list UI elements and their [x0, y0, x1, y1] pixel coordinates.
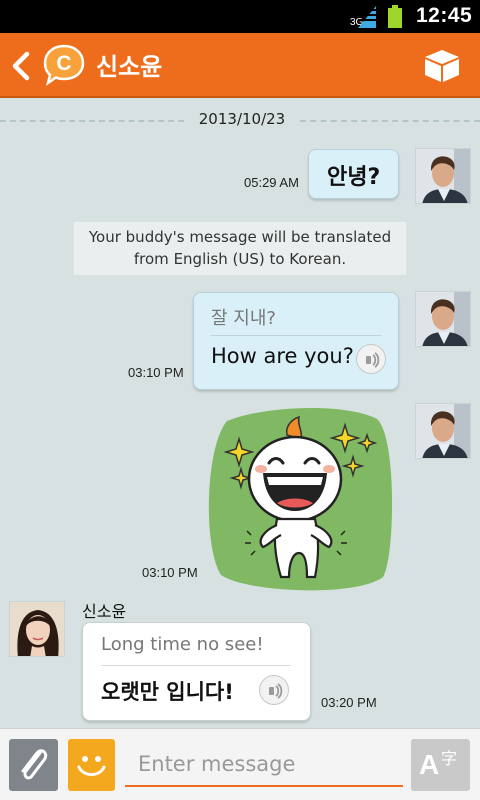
date-label: 2013/10/23 — [198, 110, 286, 128]
chat-header: C 신소윤 — [0, 33, 480, 98]
laughing-character-sticker[interactable] — [207, 407, 393, 591]
date-divider: 2013/10/23 — [0, 108, 480, 132]
sender-name: 신소윤 — [82, 602, 127, 621]
original-text: 잘 지내? — [211, 308, 276, 329]
translation-notice: Your buddy's message will be translated … — [74, 222, 406, 275]
buddy-avatar[interactable] — [9, 601, 65, 657]
status-clock: 12:45 — [416, 4, 473, 27]
translated-text: 오랫만 입니다! — [101, 680, 234, 704]
received-message-bubble[interactable]: Long time no see! 오랫만 입니다! — [82, 622, 311, 721]
sent-message-bubble[interactable]: 잘 지내? How are you? — [193, 292, 399, 390]
avatar-man-image — [416, 149, 470, 203]
signal-icon — [358, 6, 376, 28]
divider-line — [300, 120, 480, 122]
speaker-icon — [366, 352, 380, 368]
chaton-logo-icon: C — [43, 44, 85, 86]
avatar-man-image — [416, 404, 470, 458]
notice-line: from English (US) to Korean. — [133, 250, 347, 268]
smiley-icon — [77, 756, 106, 776]
chat-title: 신소윤 — [96, 53, 163, 81]
message-text: 안녕? — [327, 165, 381, 190]
bubble-separator — [101, 665, 291, 666]
battery-icon — [388, 5, 402, 28]
my-avatar[interactable] — [415, 148, 471, 204]
emoji-button[interactable] — [68, 739, 115, 791]
translate-letter: A — [419, 749, 440, 780]
message-input-bar: A 字 — [0, 728, 480, 800]
my-avatar[interactable] — [415, 403, 471, 459]
notice-line: Your buddy's message will be translated — [88, 228, 392, 246]
translated-text: How are you? — [211, 344, 354, 368]
sent-message-bubble[interactable]: 안녕? — [308, 149, 399, 199]
divider-line — [0, 120, 184, 122]
bubble-separator — [211, 335, 381, 336]
logo-letter: C — [56, 52, 71, 75]
message-input[interactable] — [125, 743, 403, 787]
avatar-woman-image — [10, 602, 64, 656]
attach-button[interactable] — [9, 739, 58, 791]
translate-button[interactable]: A 字 — [411, 739, 470, 791]
status-bar: 3G 12:45 — [0, 0, 480, 33]
message-time: 03:10 PM — [128, 365, 184, 380]
message-time: 03:20 PM — [321, 695, 377, 710]
message-time: 05:29 AM — [244, 175, 299, 190]
speaker-button[interactable] — [356, 344, 386, 374]
speaker-icon — [269, 683, 283, 699]
back-arrow-icon[interactable] — [10, 51, 32, 81]
avatar-man-image — [416, 292, 470, 346]
box-icon[interactable] — [422, 47, 462, 85]
original-text: Long time no see! — [101, 634, 264, 655]
speaker-button[interactable] — [259, 675, 289, 705]
paperclip-icon — [21, 749, 48, 780]
message-time: 03:10 PM — [142, 565, 198, 580]
my-avatar[interactable] — [415, 291, 471, 347]
translate-char: 字 — [441, 749, 458, 768]
